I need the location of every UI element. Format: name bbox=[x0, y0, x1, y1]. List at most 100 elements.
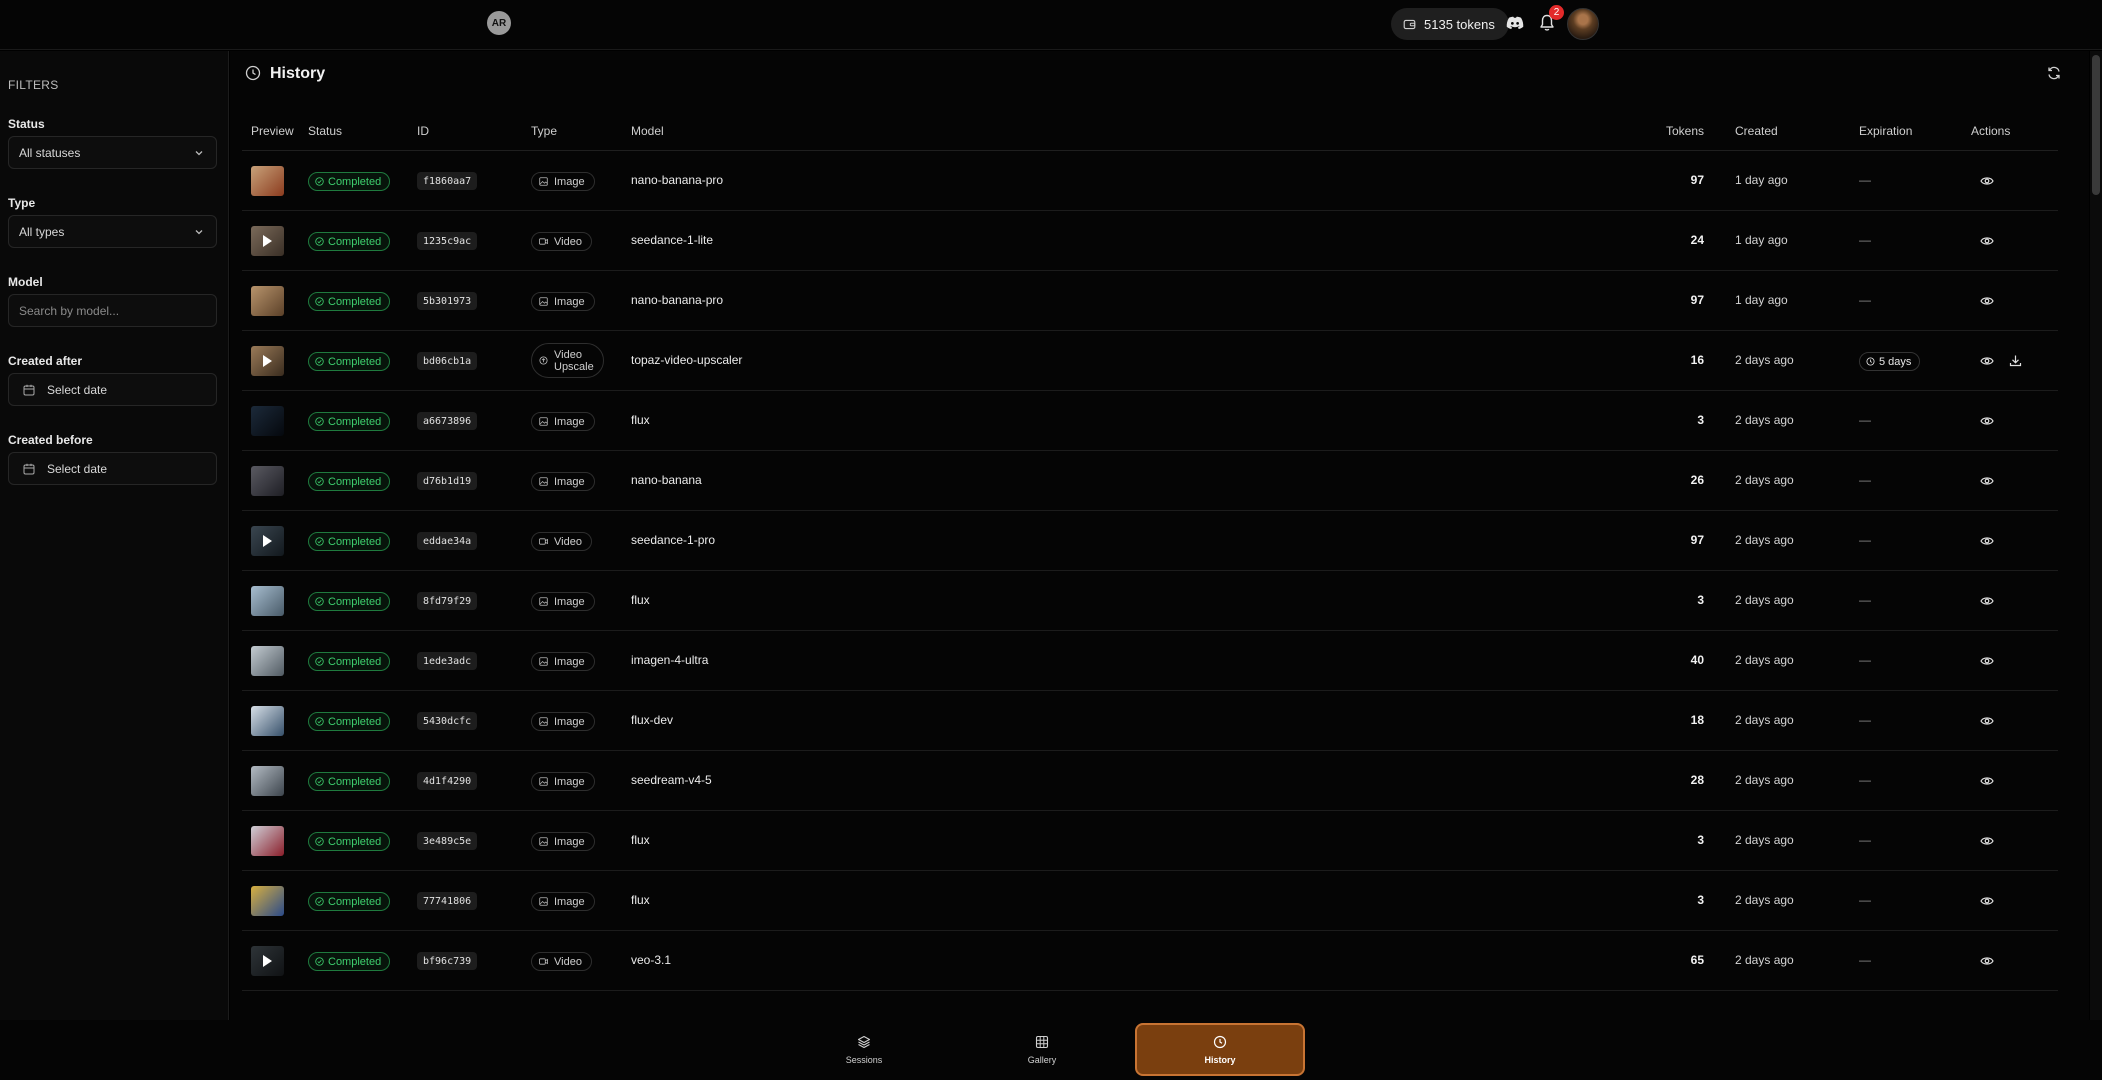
preview-thumbnail[interactable] bbox=[251, 166, 284, 196]
table-row[interactable]: Completed 77741806 Image flux 3 2 days ago — bbox=[242, 871, 2058, 931]
table-row[interactable]: Completed 1ede3adc Image imagen-4-ultra 40 2 … bbox=[242, 631, 2058, 691]
preview-thumbnail[interactable] bbox=[251, 286, 284, 316]
view-eye-icon[interactable] bbox=[1980, 175, 1994, 187]
nav-history[interactable]: History bbox=[1135, 1023, 1305, 1076]
view-eye-icon[interactable] bbox=[1980, 715, 1994, 727]
preview-thumbnail[interactable] bbox=[251, 406, 284, 436]
discord-icon[interactable] bbox=[1506, 15, 1524, 31]
view-eye-icon[interactable] bbox=[1980, 955, 1994, 967]
tokens-balance-button[interactable]: 5135 tokens bbox=[1391, 8, 1509, 40]
type-badge: Image bbox=[531, 172, 595, 191]
view-eye-icon[interactable] bbox=[1980, 355, 1994, 367]
scrollbar-thumb[interactable] bbox=[2092, 55, 2100, 195]
generation-id[interactable]: 5430dcfc bbox=[417, 712, 478, 730]
type-badge-text: Video bbox=[554, 535, 582, 548]
col-status: Status bbox=[308, 124, 343, 138]
play-icon bbox=[263, 355, 272, 367]
type-badge-text: Image bbox=[554, 595, 585, 608]
generation-id[interactable]: 4d1f4290 bbox=[417, 772, 478, 790]
preview-thumbnail[interactable] bbox=[251, 946, 284, 976]
view-eye-icon[interactable] bbox=[1980, 595, 1994, 607]
tokens-value: 3 bbox=[1697, 593, 1704, 607]
table-row[interactable]: Completed 1235c9ac Video seedance-1-lite 24 1… bbox=[242, 211, 2058, 271]
generation-id[interactable]: 77741806 bbox=[417, 892, 478, 910]
history-clock-icon bbox=[245, 65, 261, 81]
user-avatar[interactable] bbox=[1567, 8, 1599, 40]
table-row[interactable]: Completed 5b301973 Image nano-banana-pro 97 1… bbox=[242, 271, 2058, 331]
preview-thumbnail[interactable] bbox=[251, 886, 284, 916]
table-row[interactable]: Completed bd06cb1a Video Upscale topaz-video… bbox=[242, 331, 2058, 391]
status-text: Completed bbox=[328, 775, 382, 788]
created-value: 2 days ago bbox=[1735, 833, 1794, 847]
download-icon[interactable] bbox=[2009, 354, 2022, 367]
wallet-icon bbox=[1403, 19, 1416, 29]
view-eye-icon[interactable] bbox=[1980, 775, 1994, 787]
view-eye-icon[interactable] bbox=[1980, 475, 1994, 487]
table-row[interactable]: Completed d76b1d19 Image nano-banana 26 2 day… bbox=[242, 451, 2058, 511]
view-eye-icon[interactable] bbox=[1980, 535, 1994, 547]
created-after-date-picker[interactable]: Select date bbox=[8, 373, 217, 406]
table-row[interactable]: Completed eddae34a Video seedance-1-pro 97 2 … bbox=[242, 511, 2058, 571]
image-type-icon bbox=[539, 837, 548, 846]
view-eye-icon[interactable] bbox=[1980, 295, 1994, 307]
col-model: Model bbox=[631, 124, 664, 138]
view-eye-icon[interactable] bbox=[1980, 655, 1994, 667]
play-icon bbox=[263, 235, 272, 247]
generation-id[interactable]: eddae34a bbox=[417, 532, 478, 550]
view-eye-icon[interactable] bbox=[1980, 895, 1994, 907]
view-eye-icon[interactable] bbox=[1980, 415, 1994, 427]
table-row[interactable]: Completed 5430dcfc Image flux-dev 18 2 days a… bbox=[242, 691, 2058, 751]
refresh-icon[interactable] bbox=[2047, 66, 2061, 80]
tokens-value: 18 bbox=[1690, 713, 1704, 727]
check-circle-icon bbox=[315, 897, 324, 906]
generation-id[interactable]: 8fd79f29 bbox=[417, 592, 478, 610]
preview-thumbnail[interactable] bbox=[251, 466, 284, 496]
model-name: flux bbox=[631, 833, 650, 847]
generation-id[interactable]: 1ede3adc bbox=[417, 652, 478, 670]
generation-id[interactable]: a6673896 bbox=[417, 412, 478, 430]
generation-id[interactable]: d76b1d19 bbox=[417, 472, 478, 490]
status-filter-select[interactable]: All statuses bbox=[8, 136, 217, 169]
generation-id[interactable]: 1235c9ac bbox=[417, 232, 478, 250]
table-row[interactable]: Completed a6673896 Image flux 3 2 days ago — bbox=[242, 391, 2058, 451]
preview-thumbnail[interactable] bbox=[251, 766, 284, 796]
type-filter-select[interactable]: All types bbox=[8, 215, 217, 248]
preview-thumbnail[interactable] bbox=[251, 586, 284, 616]
type-badge: Image bbox=[531, 712, 595, 731]
status-badge: Completed bbox=[308, 832, 391, 851]
preview-thumbnail[interactable] bbox=[251, 826, 284, 856]
top-bar: AR 5135 tokens 2 bbox=[0, 0, 2102, 50]
model-name: nano-banana-pro bbox=[631, 173, 724, 187]
model-name: veo-3.1 bbox=[631, 953, 672, 967]
nav-gallery[interactable]: Gallery bbox=[957, 1023, 1127, 1076]
nav-sessions[interactable]: Sessions bbox=[779, 1023, 949, 1076]
image-type-icon bbox=[539, 297, 548, 306]
table-row[interactable]: Completed 8fd79f29 Image flux 3 2 days ago — bbox=[242, 571, 2058, 631]
preview-thumbnail[interactable] bbox=[251, 346, 284, 376]
generation-id[interactable]: 3e489c5e bbox=[417, 832, 478, 850]
type-badge-text: Image bbox=[554, 175, 585, 188]
vertical-scrollbar[interactable] bbox=[2090, 51, 2102, 1020]
generation-id[interactable]: bf96c739 bbox=[417, 952, 478, 970]
status-text: Completed bbox=[328, 595, 382, 608]
generation-id[interactable]: bd06cb1a bbox=[417, 352, 478, 370]
preview-thumbnail[interactable] bbox=[251, 646, 284, 676]
model-search-input[interactable]: Search by model... bbox=[8, 294, 217, 327]
created-before-date-picker[interactable]: Select date bbox=[8, 452, 217, 485]
table-row[interactable]: Completed 4d1f4290 Image seedream-v4-5 28 2 d… bbox=[242, 751, 2058, 811]
preview-thumbnail[interactable] bbox=[251, 526, 284, 556]
type-badge-text: Image bbox=[554, 715, 585, 728]
table-row[interactable]: Completed bf96c739 Video veo-3.1 65 2 days ag… bbox=[242, 931, 2058, 991]
preview-thumbnail[interactable] bbox=[251, 706, 284, 736]
table-row[interactable]: Completed 3e489c5e Image flux 3 2 days ago — bbox=[242, 811, 2058, 871]
view-eye-icon[interactable] bbox=[1980, 835, 1994, 847]
table-row[interactable]: Completed f1860aa7 Image nano-banana-pro 97 1… bbox=[242, 151, 2058, 211]
generation-id[interactable]: 5b301973 bbox=[417, 292, 478, 310]
created-before-value: Select date bbox=[47, 461, 108, 476]
type-badge: Video Upscale bbox=[531, 343, 604, 378]
preview-thumbnail[interactable] bbox=[251, 226, 284, 256]
generation-id[interactable]: f1860aa7 bbox=[417, 172, 478, 190]
app-logo[interactable]: AR bbox=[487, 11, 511, 35]
view-eye-icon[interactable] bbox=[1980, 235, 1994, 247]
created-after-value: Select date bbox=[47, 382, 108, 397]
